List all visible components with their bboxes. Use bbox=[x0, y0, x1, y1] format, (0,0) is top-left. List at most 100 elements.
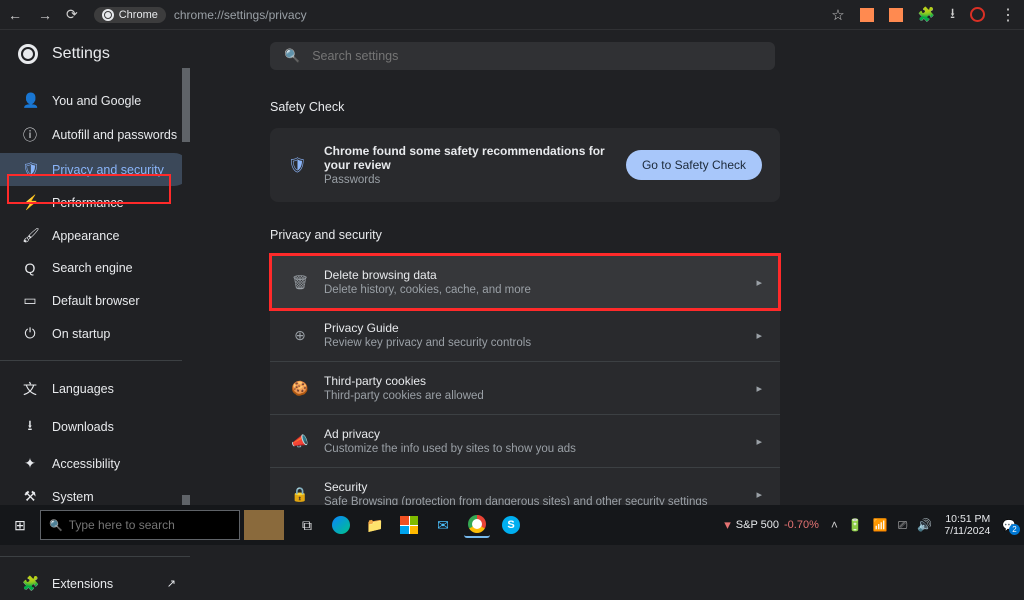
chrome-icon bbox=[102, 9, 114, 21]
settings-search[interactable]: 🔍 bbox=[270, 42, 775, 70]
settings-sidebar: Settings 👤 You and Google ⓘ Autofill and… bbox=[0, 30, 190, 505]
sidebar-item-label: Privacy and security bbox=[52, 163, 164, 177]
wifi-icon[interactable]: 📶 bbox=[873, 518, 888, 533]
sidebar-item-languages[interactable]: 文 Languages bbox=[0, 371, 190, 407]
task-view-icon[interactable]: ⧉ bbox=[294, 512, 320, 538]
file-explorer-icon[interactable]: 📁 bbox=[362, 512, 388, 538]
row-title: Ad privacy bbox=[324, 427, 756, 441]
skype-taskbar-icon[interactable]: S bbox=[498, 512, 524, 538]
reload-button[interactable]: ⟳ bbox=[66, 6, 78, 23]
clock-time: 10:51 PM bbox=[944, 513, 990, 525]
profile-avatar[interactable] bbox=[970, 7, 985, 22]
battery-icon[interactable]: 🔋 bbox=[848, 518, 863, 533]
chevron-right-icon: ▸ bbox=[756, 276, 762, 289]
volume-icon[interactable]: 🔊 bbox=[917, 518, 932, 533]
person-icon: 👤 bbox=[22, 92, 38, 109]
search-highlight-thumb[interactable] bbox=[244, 510, 284, 540]
sidebar-header: Settings bbox=[0, 30, 190, 78]
sidebar-item-label: Search engine bbox=[52, 261, 133, 275]
scroll-thumb[interactable] bbox=[182, 495, 190, 505]
sidebar-item-you-and-google[interactable]: 👤 You and Google bbox=[0, 84, 190, 117]
sidebar-scrollbar[interactable] bbox=[182, 68, 190, 505]
privacy-settings-list: 🗑 Delete browsing data Delete history, c… bbox=[270, 256, 780, 505]
microsoft-store-icon[interactable] bbox=[396, 512, 422, 538]
sidebar-item-performance[interactable]: ⚡ Performance bbox=[0, 186, 190, 219]
chevron-right-icon: ▸ bbox=[756, 488, 762, 501]
cast-icon[interactable]: ⎚ bbox=[898, 518, 908, 533]
scroll-thumb[interactable] bbox=[182, 68, 190, 142]
chrome-logo-icon bbox=[18, 44, 38, 64]
sidebar-item-accessibility[interactable]: ✦ Accessibility bbox=[0, 447, 190, 480]
go-to-safety-check-button[interactable]: Go to Safety Check bbox=[626, 150, 762, 180]
page-title: Settings bbox=[52, 45, 110, 63]
row-third-party-cookies[interactable]: 🍪 Third-party cookies Third-party cookie… bbox=[270, 362, 780, 415]
safety-check-heading: Safety Check bbox=[270, 100, 1024, 114]
sidebar-item-label: Accessibility bbox=[52, 457, 120, 471]
sidebar-item-extensions[interactable]: 🧩 Extensions ↗ bbox=[0, 567, 190, 600]
row-delete-browsing-data[interactable]: 🗑 Delete browsing data Delete history, c… bbox=[270, 256, 780, 309]
settings-search-input[interactable] bbox=[312, 49, 761, 63]
sidebar-item-label: Downloads bbox=[52, 420, 114, 434]
back-button[interactable]: ← bbox=[8, 7, 22, 23]
forward-button[interactable]: → bbox=[38, 7, 52, 23]
sidebar-item-label: Autofill and passwords bbox=[52, 128, 177, 142]
sidebar-item-search-engine[interactable]: Q Search engine bbox=[0, 252, 190, 284]
chrome-taskbar-icon[interactable] bbox=[464, 512, 490, 538]
sidebar-item-label: You and Google bbox=[52, 94, 141, 108]
tray-overflow-icon[interactable]: ˄ bbox=[831, 518, 838, 533]
speed-icon: ⚡ bbox=[22, 194, 38, 211]
browser-bar: ← → ⟳ Chrome chrome://settings/privacy ☆… bbox=[0, 0, 1024, 30]
mail-icon[interactable]: ✉ bbox=[430, 512, 456, 538]
sidebar-item-label: System bbox=[52, 490, 94, 504]
sidebar-item-label: On startup bbox=[52, 327, 110, 341]
row-sub: Third-party cookies are allowed bbox=[324, 390, 756, 402]
safety-shield-icon: 🛡 bbox=[288, 156, 308, 174]
sidebar-item-autofill[interactable]: ⓘ Autofill and passwords bbox=[0, 117, 190, 153]
sidebar-item-appearance[interactable]: 🖌 Appearance bbox=[0, 219, 190, 252]
downloads-icon[interactable]: ⭳ bbox=[950, 3, 955, 27]
chevron-right-icon: ▸ bbox=[756, 435, 762, 448]
site-chip-label: Chrome bbox=[119, 9, 158, 21]
privacy-section-heading: Privacy and security bbox=[270, 228, 1024, 242]
site-chip[interactable]: Chrome bbox=[94, 7, 166, 23]
notifications-button[interactable]: 💬 2 bbox=[1002, 519, 1016, 532]
stock-name: S&P 500 bbox=[736, 519, 779, 531]
extensions-icon[interactable]: 🧩 bbox=[918, 6, 935, 23]
chrome-menu-button[interactable]: ⋮ bbox=[1000, 5, 1016, 25]
lock-icon: 🔒 bbox=[288, 486, 312, 503]
bookmark-icon[interactable]: ☆ bbox=[831, 6, 844, 24]
sidebar-item-label: Extensions bbox=[52, 577, 113, 591]
row-ad-privacy[interactable]: 📣 Ad privacy Customize the info used by … bbox=[270, 415, 780, 468]
shield-icon: 🛡 bbox=[22, 161, 38, 178]
row-security[interactable]: 🔒 Security Safe Browsing (protection fro… bbox=[270, 468, 780, 505]
sidebar-item-on-startup[interactable]: ⏻ On startup bbox=[0, 317, 190, 350]
taskbar-clock[interactable]: 10:51 PM 7/11/2024 bbox=[944, 513, 990, 537]
sidebar-item-label: Appearance bbox=[52, 229, 119, 243]
main-content: 🔍 Safety Check 🛡 Chrome found some safet… bbox=[190, 30, 1024, 505]
power-icon: ⏻ bbox=[22, 325, 38, 342]
taskbar-search-input[interactable] bbox=[69, 518, 231, 532]
taskbar-search[interactable]: 🔍 bbox=[40, 510, 240, 540]
row-sub: Safe Browsing (protection from dangerous… bbox=[324, 496, 756, 505]
extension-2-icon[interactable] bbox=[889, 8, 903, 22]
safety-check-card: 🛡 Chrome found some safety recommendatio… bbox=[270, 128, 780, 202]
address-bar[interactable]: chrome://settings/privacy bbox=[174, 8, 307, 22]
extension-1-icon[interactable] bbox=[860, 8, 874, 22]
row-sub: Delete history, cookies, cache, and more bbox=[324, 284, 756, 296]
system-icon: ⚒ bbox=[22, 488, 38, 505]
row-privacy-guide[interactable]: ⊕ Privacy Guide Review key privacy and s… bbox=[270, 309, 780, 362]
sidebar-item-privacy[interactable]: 🛡 Privacy and security bbox=[0, 153, 190, 186]
sidebar-item-default-browser[interactable]: ▭ Default browser bbox=[0, 284, 190, 317]
row-title: Privacy Guide bbox=[324, 321, 756, 335]
brush-icon: 🖌 bbox=[22, 227, 38, 244]
download-icon: ⭳ bbox=[22, 415, 38, 439]
stock-down-icon: ▾ bbox=[724, 517, 731, 533]
notification-badge: 2 bbox=[1009, 524, 1020, 535]
search-icon: 🔍 bbox=[284, 48, 300, 64]
safety-sub: Passwords bbox=[324, 174, 626, 186]
sidebar-item-label: Languages bbox=[52, 382, 114, 396]
sidebar-item-downloads[interactable]: ⭳ Downloads bbox=[0, 407, 190, 447]
start-button[interactable]: ⊞ bbox=[0, 517, 40, 534]
edge-taskbar-icon[interactable] bbox=[328, 512, 354, 538]
stock-ticker[interactable]: ▾ S&P 500 -0.70% bbox=[724, 517, 819, 533]
